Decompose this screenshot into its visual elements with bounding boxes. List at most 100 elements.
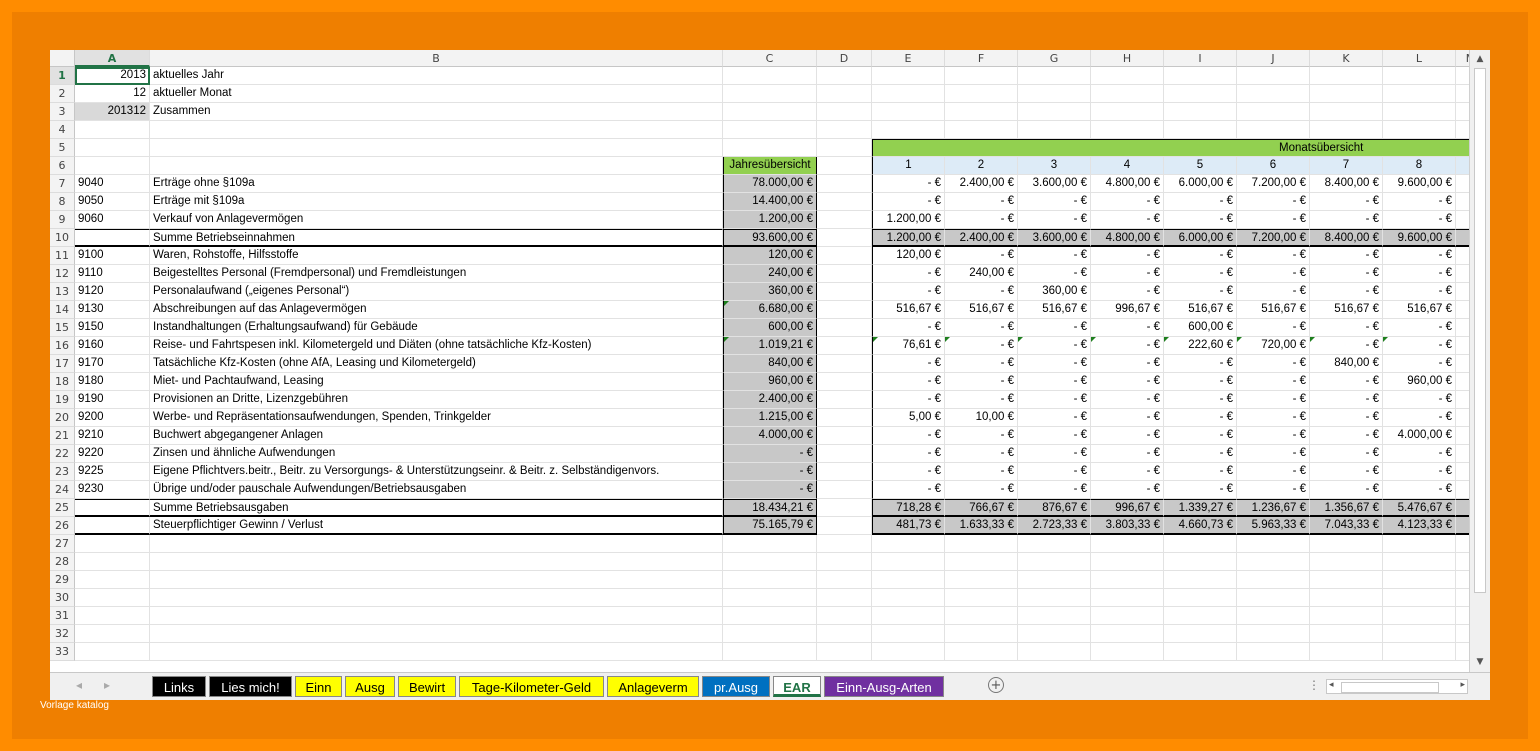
cell-month-8-row-1[interactable] xyxy=(1383,67,1456,85)
cell-month-3-row-10[interactable]: 3.600,00 € xyxy=(1018,229,1091,247)
cell-a24[interactable]: 9230 xyxy=(75,481,150,499)
cell-month-2-row-4[interactable] xyxy=(945,121,1018,139)
cell-c15[interactable]: 600,00 € xyxy=(723,319,817,337)
cell-month-1-row-32[interactable] xyxy=(872,625,945,643)
cell-c31[interactable] xyxy=(723,607,817,625)
cell-month-7-row-10[interactable]: 8.400,00 € xyxy=(1310,229,1383,247)
cell-c28[interactable] xyxy=(723,553,817,571)
cell-month-2-row-15[interactable]: - € xyxy=(945,319,1018,337)
cell-month-5-row-30[interactable] xyxy=(1164,589,1237,607)
cell-month-5-row-29[interactable] xyxy=(1164,571,1237,589)
cell-month-7-row-31[interactable] xyxy=(1310,607,1383,625)
cell-month-8-row-17[interactable]: - € xyxy=(1383,355,1456,373)
cell-month-8-row-31[interactable] xyxy=(1383,607,1456,625)
row-header-18[interactable]: 18 xyxy=(50,373,75,391)
cell-month-2-row-27[interactable] xyxy=(945,535,1018,553)
cell-month-4-row-3[interactable] xyxy=(1091,103,1164,121)
cell-month-6-row-33[interactable] xyxy=(1237,643,1310,661)
cell-month-3-row-24[interactable]: - € xyxy=(1018,481,1091,499)
cell-a13[interactable]: 9120 xyxy=(75,283,150,301)
cell-month-6-row-7[interactable]: 7.200,00 € xyxy=(1237,175,1310,193)
cell-month-4-row-9[interactable]: - € xyxy=(1091,211,1164,229)
column-header-g[interactable]: G xyxy=(1018,50,1091,67)
cell-month-1-row-22[interactable]: - € xyxy=(872,445,945,463)
cell-b12[interactable]: Beigestelltes Personal (Fremdpersonal) u… xyxy=(150,265,723,283)
cell-b20[interactable]: Werbe- und Repräsentationsaufwendungen, … xyxy=(150,409,723,427)
cell-month-4-row-29[interactable] xyxy=(1091,571,1164,589)
cell-month-3-row-28[interactable] xyxy=(1018,553,1091,571)
cell-a23[interactable]: 9225 xyxy=(75,463,150,481)
cell-month-8-row-2[interactable] xyxy=(1383,85,1456,103)
column-header-j[interactable]: J xyxy=(1237,50,1310,67)
row-header-3[interactable]: 3 xyxy=(50,103,75,121)
cell-month-7-row-29[interactable] xyxy=(1310,571,1383,589)
cell-month-6-row-23[interactable]: - € xyxy=(1237,463,1310,481)
cell-a16[interactable]: 9160 xyxy=(75,337,150,355)
cell-month-1-row-18[interactable]: - € xyxy=(872,373,945,391)
cell-month-7-row-19[interactable]: - € xyxy=(1310,391,1383,409)
cell-month-2-row-10[interactable]: 2.400,00 € xyxy=(945,229,1018,247)
cell-c23[interactable]: - € xyxy=(723,463,817,481)
cell-month-4-row-6[interactable]: 4 xyxy=(1091,157,1164,175)
cell-a3[interactable]: 201312 xyxy=(75,103,150,121)
cell-month-1-row-25[interactable]: 718,28 € xyxy=(872,499,945,517)
cell-month-5-row-24[interactable]: - € xyxy=(1164,481,1237,499)
cell-month-5-row-19[interactable]: - € xyxy=(1164,391,1237,409)
tab-prev-icon[interactable]: ◂ xyxy=(76,678,82,692)
cell-b15[interactable]: Instandhaltungen (Erhaltungsaufwand) für… xyxy=(150,319,723,337)
tab-lies-mich-[interactable]: Lies mich! xyxy=(209,676,292,697)
cell-month-3-row-20[interactable]: - € xyxy=(1018,409,1091,427)
cell-a31[interactable] xyxy=(75,607,150,625)
cell-c4[interactable] xyxy=(723,121,817,139)
cell-a1[interactable]: 2013 xyxy=(75,67,150,85)
cell-a18[interactable]: 9180 xyxy=(75,373,150,391)
cell-month-2-row-11[interactable]: - € xyxy=(945,247,1018,265)
cell-month-1-row-15[interactable]: - € xyxy=(872,319,945,337)
cell-month-1-row-3[interactable] xyxy=(872,103,945,121)
cell-a4[interactable] xyxy=(75,121,150,139)
column-header-m[interactable]: M xyxy=(1456,50,1469,67)
cell-month-4-row-30[interactable] xyxy=(1091,589,1164,607)
cell-month-5-row-28[interactable] xyxy=(1164,553,1237,571)
cell-month-4-row-31[interactable] xyxy=(1091,607,1164,625)
cell-month-8-row-13[interactable]: - € xyxy=(1383,283,1456,301)
cell-d25[interactable] xyxy=(817,499,872,517)
cell-month-3-row-16[interactable]: - € xyxy=(1018,337,1091,355)
cell-month-2-row-7[interactable]: 2.400,00 € xyxy=(945,175,1018,193)
cell-m7[interactable] xyxy=(1456,175,1469,193)
cell-month-1-row-11[interactable]: 120,00 € xyxy=(872,247,945,265)
cell-d30[interactable] xyxy=(817,589,872,607)
cell-a17[interactable]: 9170 xyxy=(75,355,150,373)
cell-month-8-row-27[interactable] xyxy=(1383,535,1456,553)
cell-month-1-row-20[interactable]: 5,00 € xyxy=(872,409,945,427)
cell-month-5-row-11[interactable]: - € xyxy=(1164,247,1237,265)
cell-month-5-row-4[interactable] xyxy=(1164,121,1237,139)
cell-month-1-row-31[interactable] xyxy=(872,607,945,625)
cell-month-5-row-20[interactable]: - € xyxy=(1164,409,1237,427)
cell-b6[interactable] xyxy=(150,157,723,175)
cell-m24[interactable] xyxy=(1456,481,1469,499)
cell-b30[interactable] xyxy=(150,589,723,607)
cell-month-2-row-25[interactable]: 766,67 € xyxy=(945,499,1018,517)
cell-month-6-row-20[interactable]: - € xyxy=(1237,409,1310,427)
cell-month-5-row-2[interactable] xyxy=(1164,85,1237,103)
cell-month-2-row-29[interactable] xyxy=(945,571,1018,589)
cell-month-8-row-12[interactable]: - € xyxy=(1383,265,1456,283)
cell-month-8-row-26[interactable]: 4.123,33 € xyxy=(1383,517,1456,535)
cell-d8[interactable] xyxy=(817,193,872,211)
cell-month-4-row-28[interactable] xyxy=(1091,553,1164,571)
cell-month-6-row-28[interactable] xyxy=(1237,553,1310,571)
cell-month-7-row-9[interactable]: - € xyxy=(1310,211,1383,229)
cell-d1[interactable] xyxy=(817,67,872,85)
cell-month-8-row-32[interactable] xyxy=(1383,625,1456,643)
cell-month-8-row-23[interactable]: - € xyxy=(1383,463,1456,481)
cell-d16[interactable] xyxy=(817,337,872,355)
cell-month-8-row-9[interactable]: - € xyxy=(1383,211,1456,229)
row-header-7[interactable]: 7 xyxy=(50,175,75,193)
cell-month-6-row-18[interactable]: - € xyxy=(1237,373,1310,391)
cell-month-3-row-33[interactable] xyxy=(1018,643,1091,661)
cell-month-8-row-25[interactable]: 5.476,67 € xyxy=(1383,499,1456,517)
cell-month-6-row-6[interactable]: 6 xyxy=(1237,157,1310,175)
cell-month-4-row-33[interactable] xyxy=(1091,643,1164,661)
cell-month-1-row-12[interactable]: - € xyxy=(872,265,945,283)
